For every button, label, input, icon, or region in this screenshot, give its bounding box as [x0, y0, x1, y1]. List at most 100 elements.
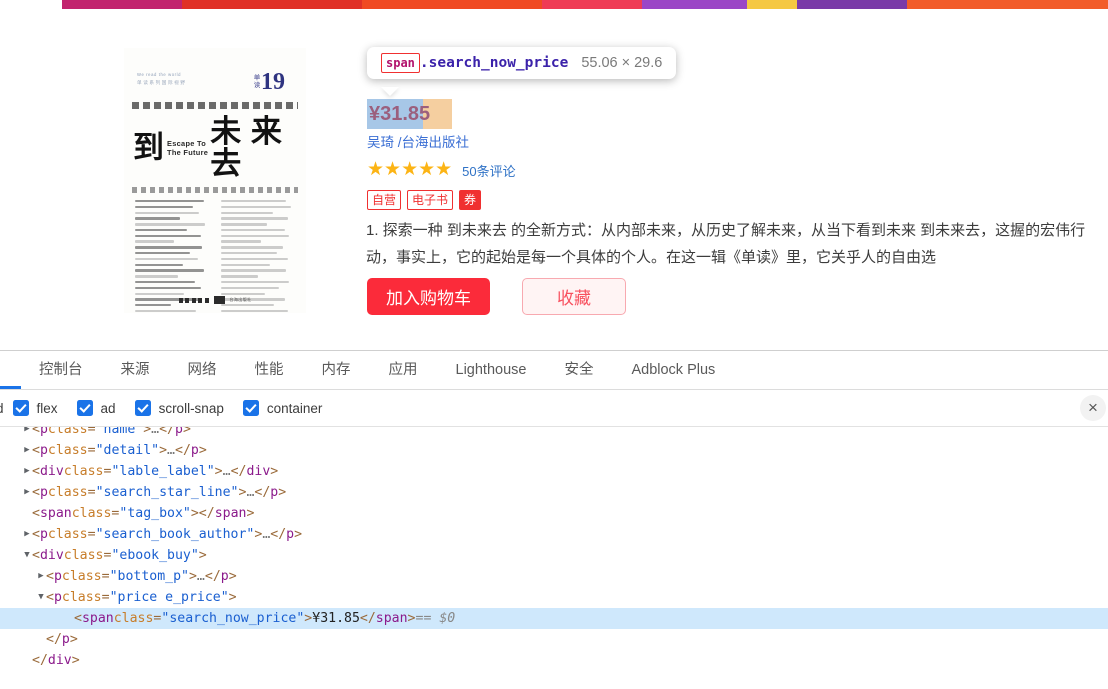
- dom-tree-view[interactable]: ▶ < p class = "name" >… </p > ▶ < p class = "detail"…: [0, 427, 1108, 689]
- dom-token-attr: class: [61, 590, 102, 605]
- filter-checkbox-flex[interactable]: flex: [12, 400, 58, 416]
- cover-taglines: We read the world 单读系列国际视野: [137, 71, 187, 87]
- dom-node-selected[interactable]: ·<span class="search_now_price">¥31.85</…: [0, 608, 1108, 629]
- tab-application[interactable]: 应用: [370, 351, 437, 389]
- checkbox-checked-icon[interactable]: [12, 400, 29, 416]
- favorite-button[interactable]: 收藏: [522, 278, 626, 315]
- dom-token-punc: <: [32, 548, 40, 563]
- chevron-down-icon[interactable]: ▼: [36, 587, 46, 608]
- dom-token-tagn: p: [39, 427, 48, 437]
- chevron-right-icon[interactable]: ▶: [36, 566, 46, 587]
- dom-token-punc: =: [87, 443, 96, 458]
- product-description: 1. 探索一种 到未来去 的全新方式：从内部未来，从历史了解未来，从当下看到未来…: [366, 222, 1086, 266]
- checkbox-checked-icon[interactable]: [76, 400, 93, 416]
- cover-title-block: 到 Escape To The Future 未 来 去: [124, 109, 306, 180]
- chevron-right-icon[interactable]: ▶: [22, 482, 32, 503]
- dom-token-punc: >: [198, 548, 207, 563]
- filter-checkbox-ad[interactable]: ad: [76, 400, 116, 416]
- dom-node-row[interactable]: ▶ < p class = "search_star_line" >… </p >: [0, 482, 1108, 503]
- dom-token-val: "bottom_p": [109, 569, 189, 584]
- checkbox-checked-icon[interactable]: [242, 400, 259, 416]
- dom-node-row[interactable]: ▶ < div class = "lable_label" >… </div >: [0, 461, 1108, 482]
- publisher-name: 台海出版社: [229, 297, 252, 302]
- dom-token-txt: ¥31.85: [312, 611, 360, 626]
- tab-performance[interactable]: 性能: [236, 351, 303, 389]
- dom-token-punc: =: [111, 506, 120, 521]
- dom-token-punc: >: [71, 653, 80, 668]
- checkbox-checked-icon[interactable]: [134, 400, 151, 416]
- review-count-link[interactable]: 50条评论: [462, 161, 515, 180]
- strip-segment-2: [182, 0, 362, 9]
- inspector-selector: span .search_now_price: [381, 53, 568, 73]
- dom-token-punc: </: [204, 569, 221, 584]
- cover-chinese-tagline: 单读系列国际视野: [137, 80, 187, 85]
- dom-token-punc: <: [32, 443, 40, 458]
- dom-token-val: "price e_price": [109, 590, 229, 605]
- product-price: ¥31.85: [369, 103, 431, 125]
- dom-node-row[interactable]: ·</div>: [0, 650, 1108, 671]
- dom-token-punc: </: [46, 632, 62, 647]
- tab-console[interactable]: 控制台: [20, 351, 102, 389]
- dom-node-row[interactable]: ▶ < p class = "search_book_author" >… </p >: [0, 524, 1108, 545]
- dom-token-punc: <: [32, 427, 40, 437]
- web-page-content: We read the world 单读系列国际视野 单读 19 到 Escap…: [0, 9, 1108, 350]
- close-icon[interactable]: ×: [1080, 395, 1106, 421]
- tab-lighthouse[interactable]: Lighthouse: [437, 351, 546, 389]
- dom-token-punc: <: [32, 527, 40, 542]
- dom-token-attr: class: [113, 611, 154, 626]
- tag-self-operated[interactable]: 自营: [367, 190, 402, 210]
- tag-coupon[interactable]: 券: [459, 190, 482, 210]
- dom-node-row[interactable]: ·</p>: [0, 629, 1108, 650]
- filter-checkbox-container[interactable]: container: [242, 400, 322, 416]
- dom-token-attr: class: [61, 569, 102, 584]
- tab-sources[interactable]: 来源: [102, 351, 169, 389]
- chevron-right-icon[interactable]: ▶: [22, 427, 32, 440]
- dom-token-tagn: p: [39, 485, 48, 500]
- dom-token-punc: >: [159, 443, 168, 458]
- dom-node-row[interactable]: ▶ < p class = "bottom_p" >… </p >: [0, 566, 1108, 587]
- purchase-button-row: 加入购物车 收藏: [367, 278, 626, 315]
- dom-token-tagn: div: [246, 464, 271, 479]
- dom-node-row[interactable]: ▼ < div class = "ebook_buy" >: [0, 545, 1108, 566]
- cover-english-tagline: We read the world: [137, 72, 182, 77]
- chevron-right-icon[interactable]: ▶: [22, 440, 32, 461]
- tab-adblock-plus[interactable]: Adblock Plus: [612, 351, 734, 389]
- price-highlight-region[interactable]: ¥31.85: [367, 99, 452, 129]
- dom-node-row[interactable]: ▼ < p class = "price e_price" >: [0, 587, 1108, 608]
- cover-publisher-glyphs: [178, 297, 209, 303]
- dom-token-tagn: p: [39, 443, 48, 458]
- dom-token-tagn: span: [39, 506, 72, 521]
- dom-token-tagn: p: [270, 485, 279, 500]
- strip-segment-6: [747, 0, 797, 9]
- dom-node-row[interactable]: ·<span class="tag_box"></span>: [0, 503, 1108, 524]
- dom-token-punc: >: [254, 527, 263, 542]
- tab-security[interactable]: 安全: [545, 351, 612, 389]
- dom-token-punc: <: [74, 611, 82, 626]
- add-to-cart-button[interactable]: 加入购物车: [367, 278, 490, 315]
- book-cover-image[interactable]: We read the world 单读系列国际视野 单读 19 到 Escap…: [124, 48, 306, 313]
- dom-token-tagn: p: [53, 590, 62, 605]
- cover-issue-block: 单读 19: [252, 70, 292, 94]
- element-inspector-tooltip: span .search_now_price 55.06 × 29.6: [367, 47, 677, 79]
- dom-token-punc: >: [407, 611, 416, 626]
- dom-token-punc: =: [103, 548, 112, 563]
- dom-node-row[interactable]: ▶ < p class = "name" >… </p >: [0, 427, 1108, 440]
- chevron-down-icon[interactable]: ▼: [22, 545, 32, 566]
- tab-memory[interactable]: 内存: [303, 351, 370, 389]
- dom-node-row[interactable]: ▶ < p class = "detail" >… </p >: [0, 440, 1108, 461]
- tab-network[interactable]: 网络: [169, 351, 236, 389]
- dom-token-punc: <: [32, 485, 40, 500]
- dom-token-punc: </: [230, 464, 247, 479]
- filter-label-ad: ad: [100, 400, 116, 416]
- cover-title-left: 到: [133, 130, 165, 165]
- dom-token-punc: >: [198, 443, 207, 458]
- chevron-right-icon[interactable]: ▶: [22, 461, 32, 482]
- dom-token-punc: <: [32, 506, 40, 521]
- filter-checkbox-scroll-snap[interactable]: scroll-snap: [134, 400, 224, 416]
- book-author-publisher-link[interactable]: 吴琦 /台海出版社: [367, 134, 469, 151]
- dom-token-punc: =: [101, 569, 110, 584]
- chevron-right-icon[interactable]: ▶: [22, 524, 32, 545]
- inspector-tag-name: span: [381, 53, 420, 73]
- tag-ebook[interactable]: 电子书: [407, 190, 454, 210]
- cover-divider-bottom: [132, 187, 298, 193]
